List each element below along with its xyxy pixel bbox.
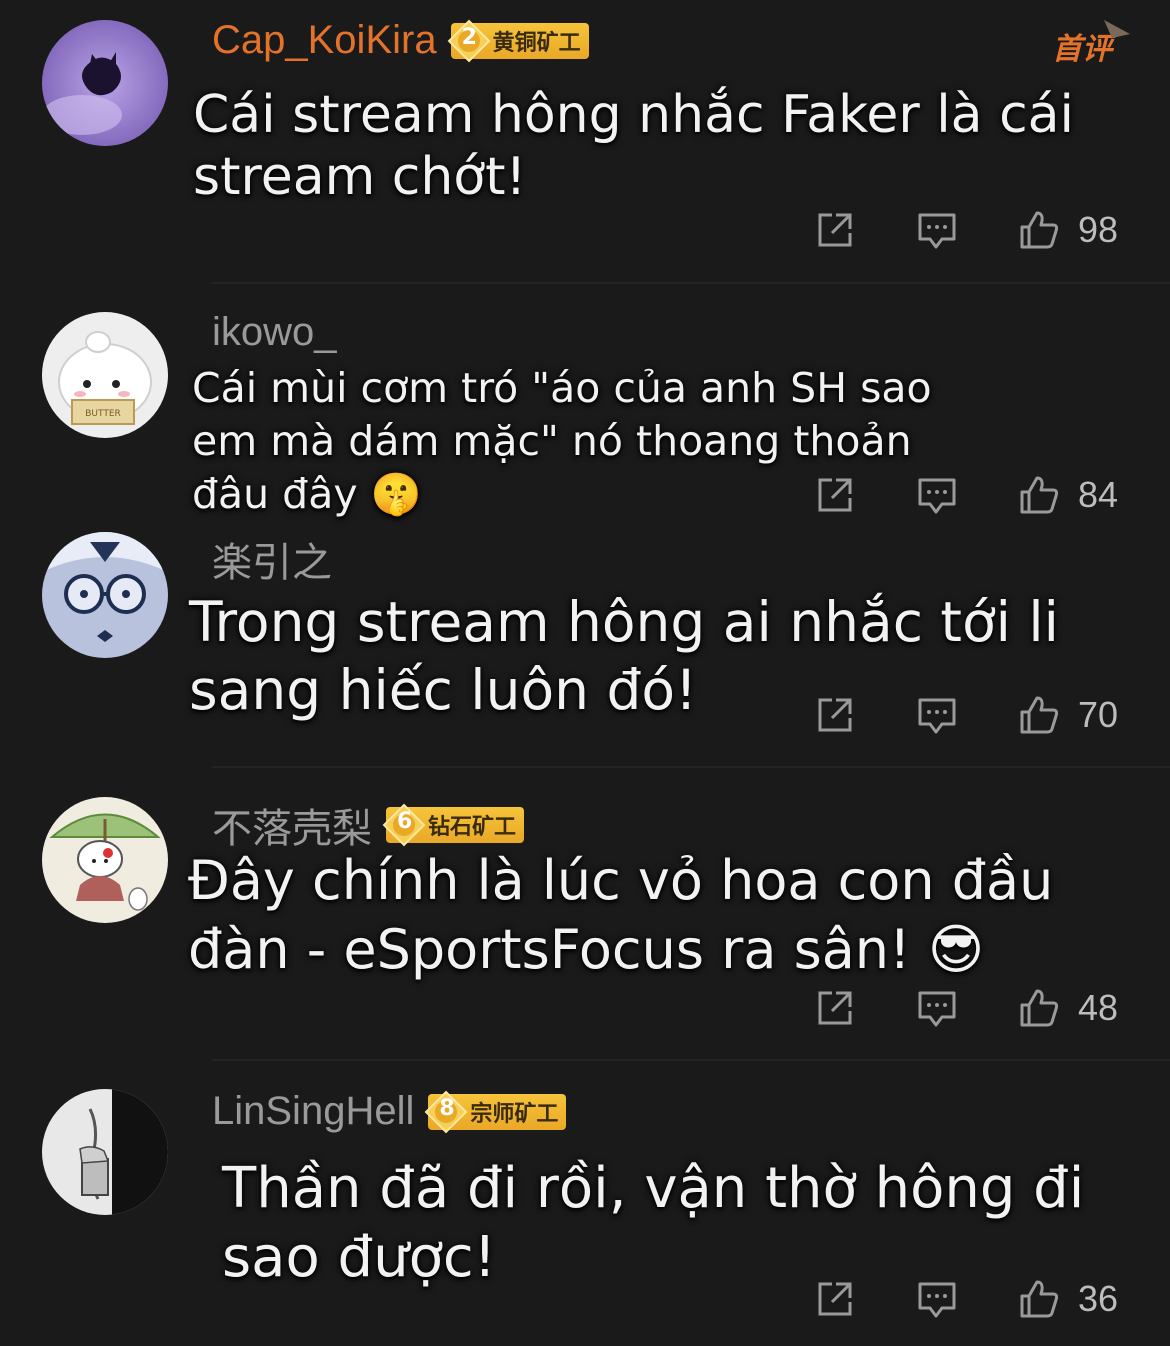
like-count: 48	[1078, 987, 1119, 1028]
reply-icon[interactable]	[914, 472, 960, 518]
user-level-badge: 6 钻石矿工	[382, 803, 525, 847]
comment-text-line: stream chớt!	[193, 147, 527, 207]
like-count: 36	[1078, 1278, 1119, 1319]
comment-actions: 98	[812, 207, 1118, 253]
username[interactable]: LinSingHell	[212, 1089, 414, 1134]
avatar[interactable]: BUTTER	[42, 312, 168, 438]
badge-label: 宗师矿工	[470, 1101, 559, 1127]
comment-text: Đây chính là lúc vỏ hoa con đầu đàn - eS…	[188, 846, 1053, 984]
reply-icon[interactable]	[914, 207, 960, 253]
username-row: ikowo_	[212, 310, 337, 355]
star-corner-icon	[1104, 20, 1130, 38]
thumbs-up-icon[interactable]	[1016, 207, 1062, 253]
badge-label: 钻石矿工	[428, 815, 517, 840]
username[interactable]: 楽引之	[212, 530, 332, 588]
share-icon[interactable]	[812, 692, 858, 738]
thumbs-up-icon[interactable]	[1016, 472, 1062, 518]
comment-actions: 84	[812, 472, 1118, 518]
comment-actions: 70	[812, 692, 1118, 738]
username-row: 楽引之	[212, 530, 332, 588]
thumbs-up-icon[interactable]	[1016, 1276, 1062, 1322]
comment-text-line: em mà dám mặc" nó thoang thoản	[192, 417, 912, 465]
divider	[212, 1059, 1170, 1061]
share-icon[interactable]	[812, 985, 858, 1031]
badge-label: 黄铜矿工	[492, 30, 581, 56]
like-count: 84	[1078, 474, 1119, 515]
comment-text-line: Thần đã đi rồi, vận thờ hông đi	[222, 1156, 1085, 1221]
thumbs-up-icon[interactable]	[1016, 692, 1062, 738]
divider	[212, 282, 1170, 284]
user-level-badge: 2 黄铜矿工	[447, 19, 589, 62]
avatar[interactable]	[42, 1089, 168, 1215]
comment-text: Thần đã đi rồi, vận thờ hông đi sao được…	[222, 1154, 1084, 1292]
thumbs-up-icon[interactable]	[1016, 985, 1062, 1031]
reply-icon[interactable]	[914, 1276, 960, 1322]
comment-actions: 36	[812, 1276, 1118, 1322]
share-icon[interactable]	[812, 207, 858, 253]
share-icon[interactable]	[812, 472, 858, 518]
user-level-badge: 8 宗师矿工	[424, 1090, 567, 1133]
reply-icon[interactable]	[914, 692, 960, 738]
comment-actions: 48	[812, 985, 1118, 1031]
comment-text-line: Đây chính là lúc vỏ hoa con đầu	[188, 849, 1054, 912]
comment-text-line: Trong stream hông ai nhắc tới li	[189, 590, 1059, 654]
comment-text: Cái stream hông nhắc Faker là cái stream…	[193, 84, 1074, 208]
badge-level-number: 8	[439, 1095, 455, 1121]
avatar[interactable]	[42, 532, 168, 658]
reply-icon[interactable]	[914, 985, 960, 1031]
comment-text-line: Cái stream hông nhắc Faker là cái	[193, 85, 1074, 145]
share-icon[interactable]	[812, 1276, 858, 1322]
comment-text-line: đàn - eSportsFocus ra sân! 😎	[188, 918, 985, 981]
badge-level-number: 2	[461, 24, 477, 50]
avatar-box-label: BUTTER	[85, 409, 121, 419]
divider	[212, 766, 1170, 768]
like-count: 70	[1078, 694, 1119, 735]
avatar[interactable]	[42, 797, 168, 923]
comment-text-line: Cái mùi cơm tró "áo của anh SH sao	[192, 364, 932, 412]
username-row: LinSingHell 8 宗师矿工	[212, 1089, 567, 1134]
username[interactable]: ikowo_	[212, 310, 337, 355]
first-comment-tag: 首评	[1052, 20, 1130, 68]
badge-level-number: 6	[397, 809, 413, 834]
username[interactable]: Cap_KoiKira	[212, 18, 437, 63]
username-row: Cap_KoiKira 2 黄铜矿工	[212, 18, 589, 63]
like-count: 98	[1078, 209, 1119, 250]
avatar[interactable]	[42, 20, 168, 146]
